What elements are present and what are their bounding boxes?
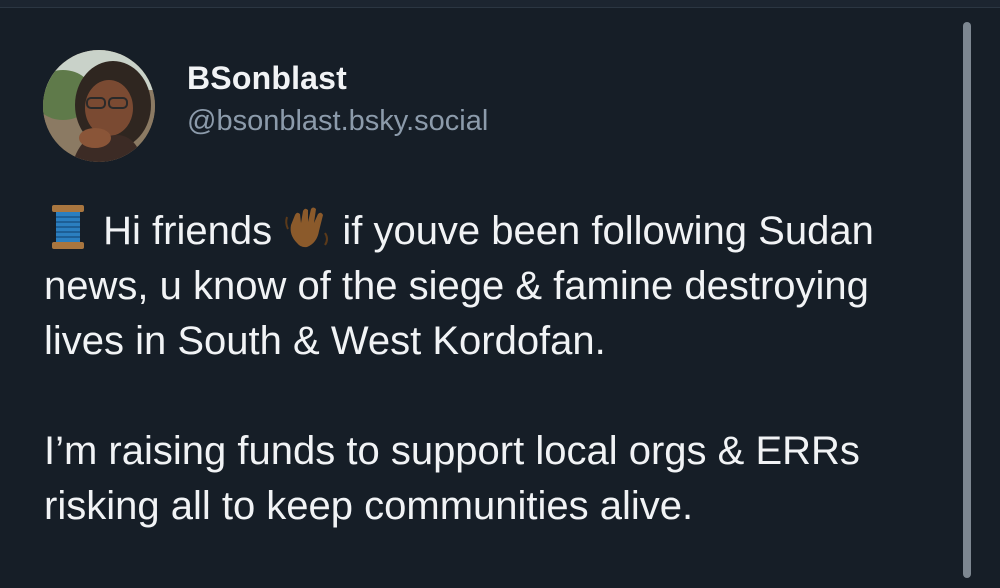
avatar-photo [43,50,155,162]
post-text-segment: Hi friends [103,209,273,253]
author-display-name[interactable]: BSonblast [187,60,488,96]
waving-hand-icon [283,203,331,251]
post-card[interactable]: BSonblast @bsonblast.bsky.social Hi frie… [0,8,980,588]
post-text: Hi friends if youve been following Sudan… [44,203,944,534]
avatar[interactable] [43,50,155,162]
post-paragraph: I’m raising funds to support local orgs … [44,429,860,528]
top-divider [0,0,1000,8]
post-author: BSonblast @bsonblast.bsky.social [187,60,488,138]
scrollbar[interactable] [963,22,971,578]
spool-of-thread-icon [44,203,92,251]
post-paragraph: Hi friends if youve been following Sudan… [44,203,944,369]
author-handle[interactable]: @bsonblast.bsky.social [187,104,488,138]
